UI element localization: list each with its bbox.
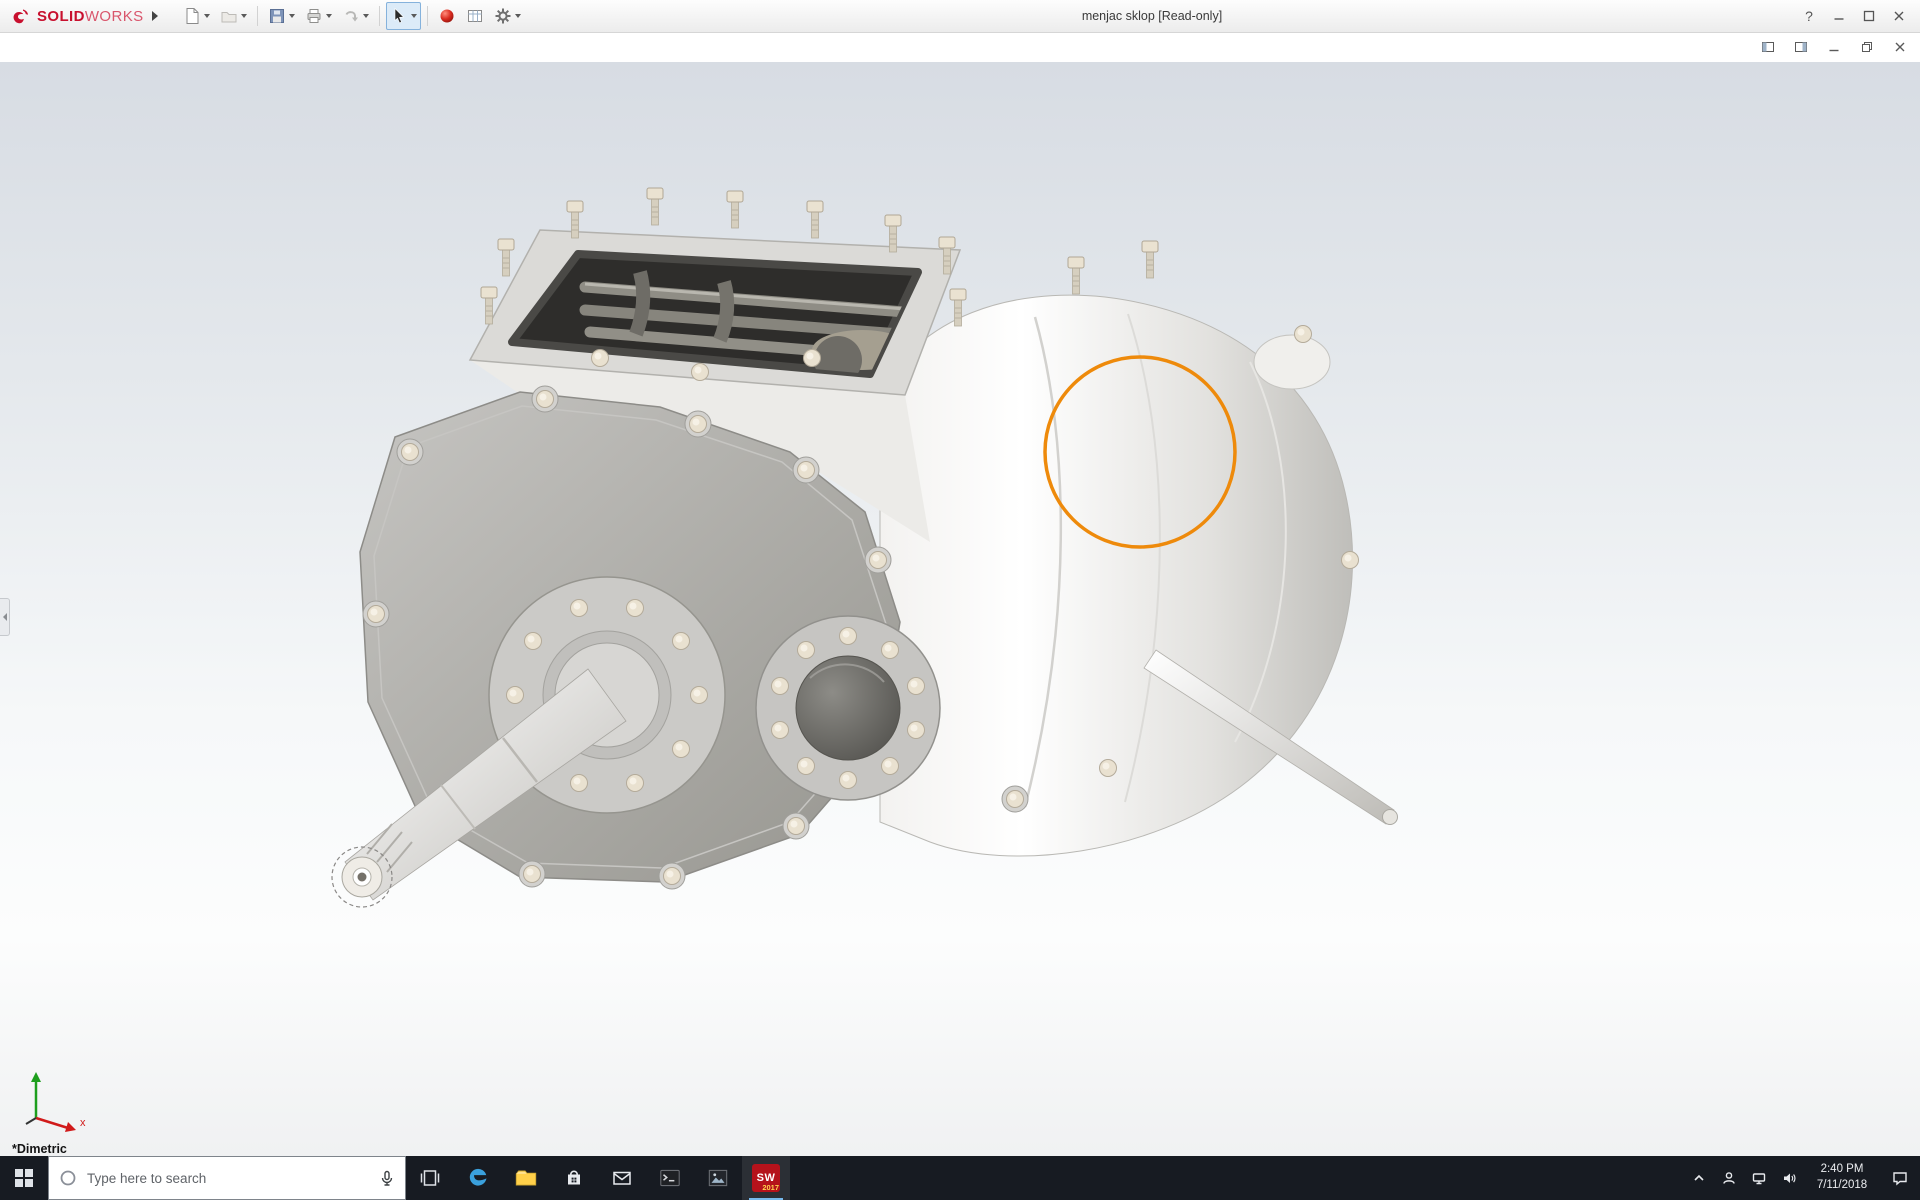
taskbar-search[interactable] [48, 1156, 406, 1200]
cover-flange [755, 615, 941, 801]
view-orientation-label: *Dimetric [12, 1142, 67, 1156]
select-cursor-icon [394, 7, 404, 24]
chevron-up-icon [1694, 1174, 1704, 1181]
file-explorer-icon [515, 1170, 537, 1186]
clock-date: 7/11/2018 [1816, 1179, 1868, 1191]
document-window-bar [0, 32, 1920, 62]
minimize-icon [1834, 18, 1844, 20]
print-button[interactable] [301, 2, 336, 30]
store-button[interactable] [550, 1156, 598, 1200]
toolbar-separator [378, 6, 380, 26]
windows-logo-icon [15, 1169, 33, 1187]
system-tray: 2:40 PM 7/11/2018 [1684, 1156, 1920, 1200]
pane-left-icon [1762, 42, 1774, 52]
window-title: menjac sklop [Read-only] [1081, 9, 1223, 23]
solidworks-logo-icon [13, 9, 28, 24]
mail-icon [613, 1171, 631, 1185]
close-button[interactable] [1884, 0, 1914, 32]
maximize-icon [1863, 10, 1875, 22]
hidden-icons-button[interactable] [1684, 1156, 1714, 1200]
toolbar-separator [426, 6, 428, 26]
brand-name: SOLIDWORKS [37, 8, 144, 25]
appearances-sphere-icon [440, 9, 454, 23]
doc-close-button[interactable] [1892, 39, 1908, 55]
housing-body [879, 294, 1359, 857]
design-table-icon [467, 10, 482, 22]
network-button[interactable] [1744, 1156, 1774, 1200]
command-prompt-icon [660, 1169, 680, 1187]
open-button[interactable] [216, 2, 251, 30]
pane-right-icon [1795, 42, 1807, 52]
open-folder-icon [221, 12, 237, 23]
help-button[interactable]: ? [1794, 0, 1824, 32]
clock-button[interactable]: 2:40 PM 7/11/2018 [1804, 1156, 1880, 1200]
action-center-button[interactable] [1880, 1156, 1920, 1200]
mail-button[interactable] [598, 1156, 646, 1200]
brand-primary: SOLID [37, 7, 85, 25]
doc-restore-icon [1862, 42, 1872, 52]
people-button[interactable] [1714, 1156, 1744, 1200]
store-icon [568, 1170, 580, 1185]
photos-icon [708, 1169, 728, 1187]
menu-expand-button[interactable] [148, 3, 162, 29]
feature-panel-collapse-tab[interactable] [0, 598, 10, 636]
people-icon [1723, 1172, 1735, 1184]
photos-button[interactable] [694, 1156, 742, 1200]
volume-icon [1784, 1173, 1796, 1183]
save-button[interactable] [264, 2, 299, 30]
brand-secondary: WORKS [84, 7, 144, 25]
undo-button[interactable] [338, 2, 373, 30]
action-center-icon [1893, 1172, 1907, 1186]
taskbar: SW 2017 [0, 1156, 1920, 1200]
sw-year: 2017 [762, 1183, 779, 1192]
taskbar-apps: SW 2017 [406, 1156, 790, 1200]
edge-button[interactable] [454, 1156, 502, 1200]
task-view-icon [420, 1170, 440, 1186]
close-icon [1894, 11, 1904, 21]
network-icon [1752, 1173, 1766, 1185]
doc-close-icon [1895, 42, 1905, 52]
document-window-controls [1760, 39, 1908, 55]
start-button[interactable] [0, 1156, 48, 1200]
pane-right-button[interactable] [1793, 39, 1809, 55]
new-document-icon [186, 8, 199, 24]
solidworks-taskbar-button[interactable]: SW 2017 [742, 1156, 790, 1200]
undo-icon [345, 11, 358, 22]
file-explorer-button[interactable] [502, 1156, 550, 1200]
print-icon [307, 9, 321, 23]
design-table-button[interactable] [462, 2, 488, 30]
solidworks-brand: SOLIDWORKS [0, 5, 148, 27]
toolbar-separator [256, 6, 258, 26]
chevron-left-icon [2, 613, 7, 621]
triad-x-label: x [80, 1117, 86, 1129]
new-document-button[interactable] [179, 2, 214, 30]
minimize-button[interactable] [1824, 0, 1854, 32]
appearances-button[interactable] [434, 2, 460, 30]
volume-button[interactable] [1774, 1156, 1804, 1200]
select-cursor-button[interactable] [385, 2, 421, 30]
doc-minimize-button[interactable] [1826, 39, 1842, 55]
microphone-icon[interactable] [379, 1170, 395, 1186]
window-controls: ? [1794, 0, 1914, 32]
solidworks-app-icon: SW 2017 [752, 1164, 780, 1192]
pane-left-button[interactable] [1760, 39, 1776, 55]
command-prompt-button[interactable] [646, 1156, 694, 1200]
task-view-button[interactable] [406, 1156, 454, 1200]
search-input[interactable] [85, 1169, 371, 1187]
graphics-viewport[interactable]: x *Dimetric [0, 62, 1920, 1156]
maximize-button[interactable] [1854, 0, 1884, 32]
options-gear-icon [495, 8, 511, 24]
quick-access-toolbar [178, 2, 526, 30]
doc-restore-button[interactable] [1859, 39, 1875, 55]
titlebar: SOLIDWORKS menjac sklop [Read-only] ? [0, 0, 1920, 33]
save-icon [269, 9, 284, 23]
orientation-triad: x [25, 1072, 86, 1132]
cortana-icon [60, 1170, 76, 1186]
clock-time: 2:40 PM [1820, 1163, 1864, 1176]
gearbox-model[interactable] [0, 62, 1920, 1156]
edge-icon [469, 1168, 487, 1186]
options-button[interactable] [490, 2, 525, 30]
doc-minimize-icon [1829, 49, 1839, 52]
